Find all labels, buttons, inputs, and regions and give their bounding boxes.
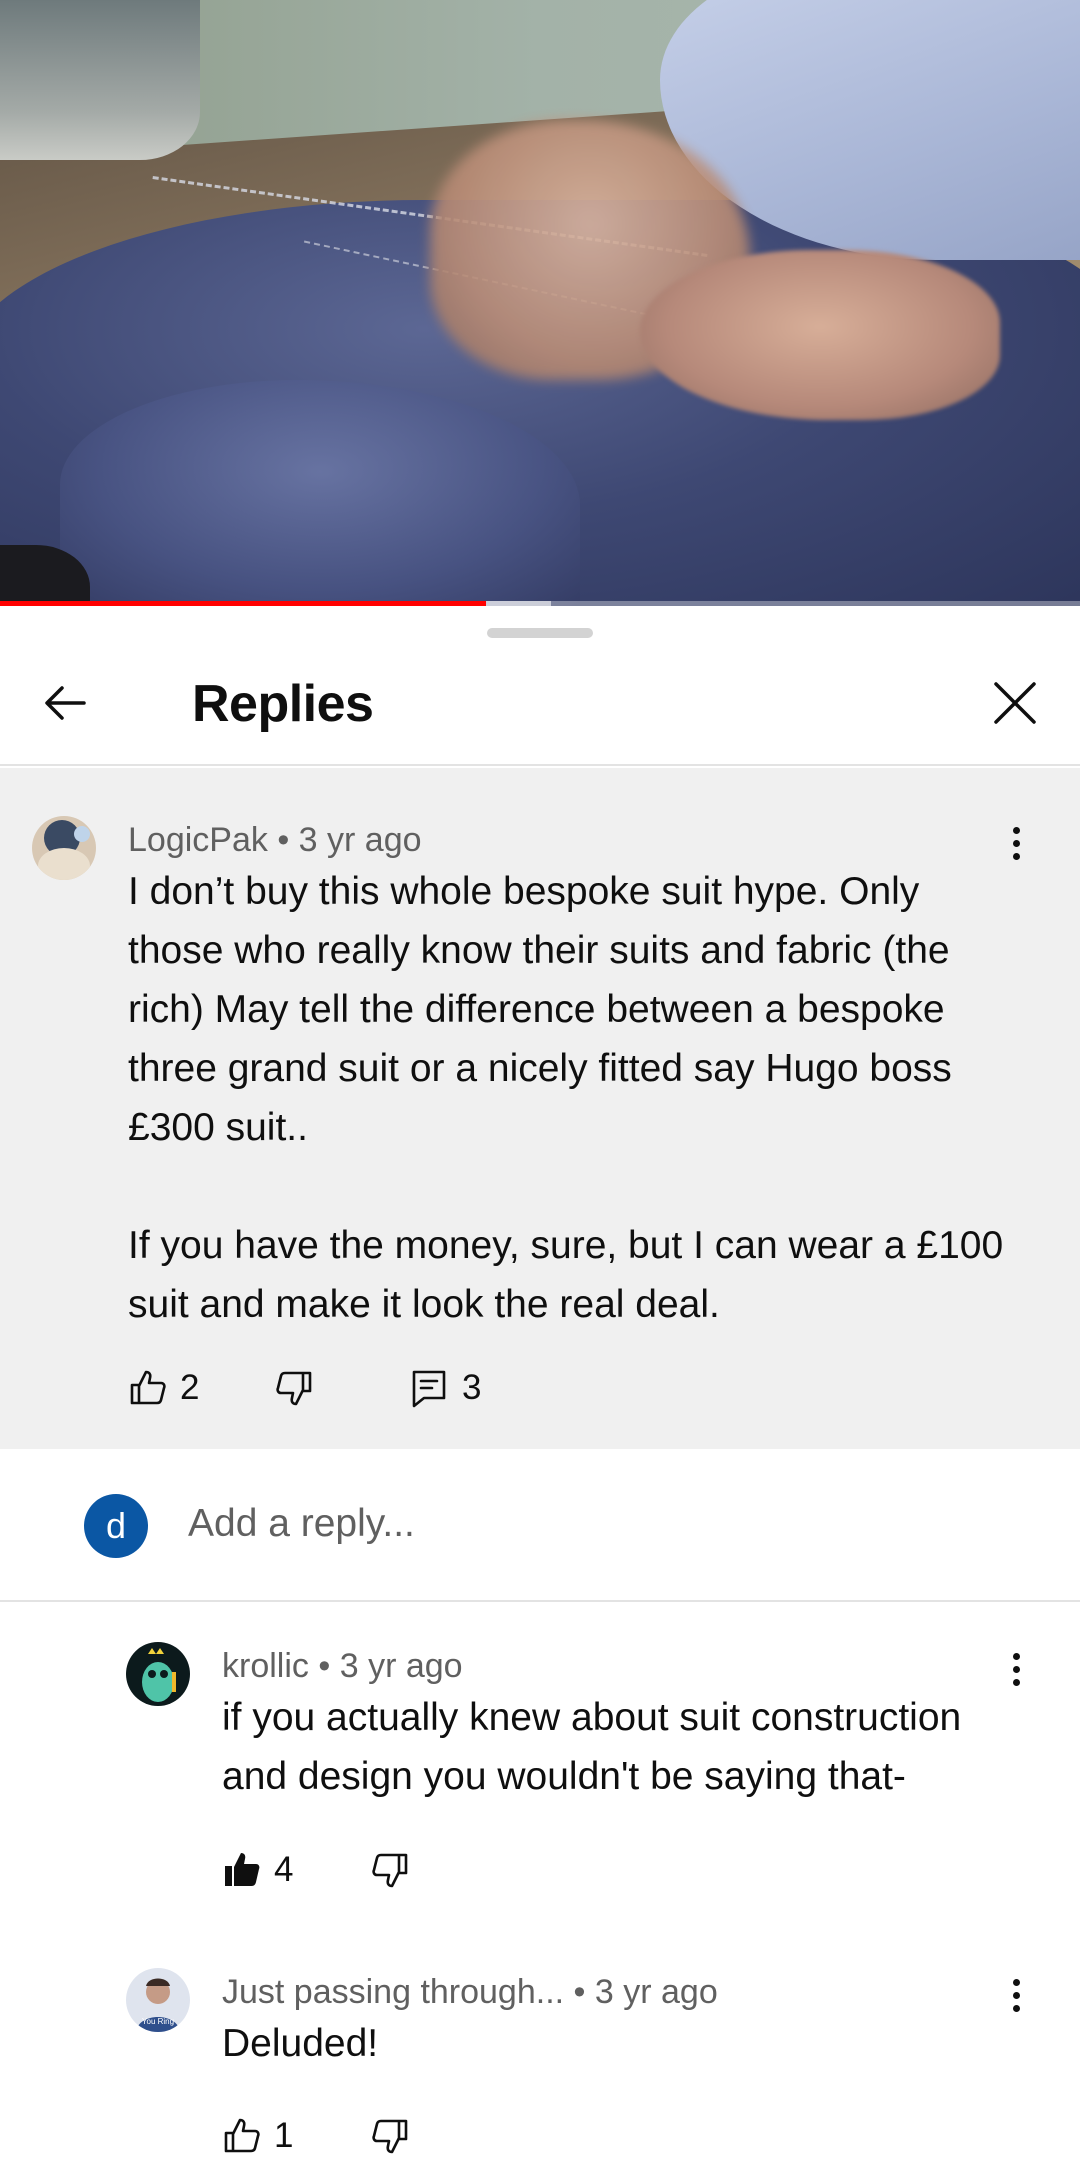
like-count: 2 <box>180 1368 200 1407</box>
panel-title: Replies <box>192 675 374 733</box>
comment-paragraph: If you have the money, sure, but I can w… <box>128 1224 1004 1326</box>
like-button[interactable]: 4 <box>222 1850 293 1890</box>
comment-meta: Just passing through... • 3 yr ago <box>222 1972 718 2012</box>
avatar-caption: You Ring <box>142 2017 174 2026</box>
comment-time: • 3 yr ago <box>318 1647 463 1685</box>
reply-count: 3 <box>462 1368 482 1407</box>
comment-text: Deluded! <box>222 2022 379 2065</box>
avatar[interactable]: You Ring <box>126 1968 190 2032</box>
comment-text: I don’t buy this whole bespoke suit hype… <box>128 862 1008 1334</box>
dislike-button[interactable] <box>274 1368 314 1408</box>
like-count: 1 <box>274 2116 294 2155</box>
avatar[interactable] <box>32 816 96 880</box>
like-button[interactable]: 2 <box>128 1368 199 1408</box>
dislike-button[interactable] <box>370 1850 410 1890</box>
comment-paragraph: I don’t buy this whole bespoke suit hype… <box>128 870 952 1149</box>
comment-icon <box>412 1370 446 1408</box>
thumbs-up-icon <box>224 2118 260 2153</box>
thumbs-down-icon <box>372 1853 408 1888</box>
comment-author[interactable]: LogicPak <box>128 821 268 859</box>
like-count: 4 <box>274 1850 294 1889</box>
more-options-icon[interactable] <box>996 1970 1036 2020</box>
drag-handle[interactable] <box>487 628 593 638</box>
more-options-icon[interactable] <box>996 1644 1036 1694</box>
arrow-left-icon <box>45 686 86 720</box>
more-options-icon[interactable] <box>996 818 1036 868</box>
comment-time: • 3 yr ago <box>573 1973 718 2011</box>
comment-meta: krollic • 3 yr ago <box>222 1646 463 1686</box>
replies-header: Replies <box>0 646 1080 766</box>
comment-text: if you actually knew about suit construc… <box>222 1696 962 1798</box>
replies-panel: Replies LogicPak • 3 yr ago I don’t buy … <box>0 606 1080 2167</box>
comment-author[interactable]: Just passing through... <box>222 1973 564 2011</box>
thumbs-up-icon <box>130 1370 166 1405</box>
parent-comment: LogicPak • 3 yr ago I don’t buy this who… <box>0 768 1080 1449</box>
reply-input[interactable]: Add a reply... <box>188 1499 415 1549</box>
thumbs-down-icon <box>276 1371 312 1406</box>
comment-time: • 3 yr ago <box>277 821 422 859</box>
video-frame-iron <box>0 0 200 160</box>
thumbs-up-filled-icon <box>225 1853 260 1886</box>
close-icon <box>994 682 1036 724</box>
back-button[interactable] <box>30 668 100 738</box>
close-button[interactable] <box>980 668 1050 738</box>
comment-meta: LogicPak • 3 yr ago <box>128 820 422 860</box>
like-button[interactable]: 1 <box>222 2116 293 2156</box>
avatar: d <box>84 1494 148 1558</box>
video-player[interactable] <box>0 0 1080 606</box>
avatar[interactable] <box>126 1642 190 1706</box>
add-reply-bar[interactable]: d Add a reply... <box>0 1449 1080 1602</box>
comment-author[interactable]: krollic <box>222 1647 309 1685</box>
thumbs-down-icon <box>372 2119 408 2154</box>
reply-count-button[interactable]: 3 <box>410 1368 481 1408</box>
dislike-button[interactable] <box>370 2116 410 2156</box>
